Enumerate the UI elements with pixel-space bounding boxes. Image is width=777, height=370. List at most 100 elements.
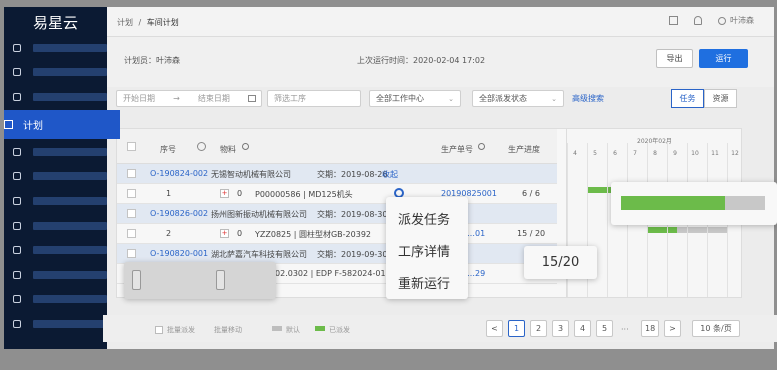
select-all-checkbox[interactable] — [127, 142, 136, 151]
order-link[interactable]: O-190826-002 — [150, 209, 208, 218]
table-row[interactable]: 2 + 0 YZZ0825 | 圆柱型材GB-20392 …01 15 / 20 — [117, 224, 557, 244]
sidebar-item-purchase[interactable] — [4, 141, 107, 163]
row-order[interactable]: …29 — [467, 269, 485, 278]
sidebar-item-settings[interactable] — [4, 313, 107, 335]
menu-item-details[interactable]: 工序详情 — [398, 241, 450, 260]
last-run-label: 上次运行时间：2020-02-04 17:02 — [357, 56, 486, 65]
info-bar: 计划员：叶沛森 上次运行时间：2020-02-04 17:02 导出 运行 — [107, 37, 774, 87]
run-button[interactable]: 运行 — [699, 49, 748, 68]
breadcrumb-parent[interactable]: 计划 — [117, 18, 133, 27]
order-link[interactable]: O-190824-002 — [150, 169, 208, 178]
sidebar-item-home[interactable] — [4, 37, 107, 59]
sidebar-item-documents[interactable] — [4, 61, 107, 83]
advanced-search-link[interactable]: 高级搜索 — [572, 93, 604, 104]
drag-handle-left[interactable] — [132, 270, 141, 290]
sidebar-item-shield[interactable] — [4, 288, 107, 310]
row-progress: 15 / 20 — [517, 229, 546, 238]
row-order[interactable]: …01 — [467, 229, 485, 238]
legend-swatch-dispatched — [315, 326, 325, 331]
plus-icon[interactable]: + — [220, 229, 229, 238]
table-row[interactable]: 1 + 0 P00000586 | MD125机头 20190825001 6 … — [117, 184, 557, 204]
box-icon — [13, 93, 21, 101]
batch-checkbox[interactable] — [155, 326, 163, 334]
sidebar-item-plan[interactable]: 计划 — [4, 110, 120, 139]
col-progress: 生产进度 — [508, 145, 540, 154]
sidebar-item-label — [33, 197, 107, 205]
table-row-group[interactable]: O-190820-001 湖北萨嘉汽车科技有限公司 交期：2019-09-30 — [117, 244, 557, 264]
qrcode-icon[interactable] — [669, 16, 678, 25]
row-progress: 6 / 6 — [522, 189, 540, 198]
batch-move-label[interactable]: 批量移动 — [214, 325, 242, 335]
page-button[interactable]: 1 — [508, 320, 525, 337]
table-row-group[interactable]: O-190824-002 无锡智动机械有限公司 交期：2019-08-26 收起 — [117, 164, 557, 184]
page-button[interactable]: 4 — [574, 320, 591, 337]
page-button[interactable]: 3 — [552, 320, 569, 337]
delivery-date: 交期：2019-08-30 — [317, 210, 388, 219]
row-checkbox[interactable] — [127, 189, 136, 198]
arrow-icon: → — [173, 94, 180, 103]
col-seq: 序号 — [160, 145, 176, 154]
sidebar-item-files[interactable] — [4, 239, 107, 261]
row-checkbox[interactable] — [127, 229, 136, 238]
sidebar-item-warehouse[interactable] — [4, 215, 107, 237]
drag-handle-right[interactable] — [216, 270, 225, 290]
sidebar-item-reports[interactable] — [4, 165, 107, 187]
bell-icon[interactable] — [694, 16, 702, 25]
gantt-bar-done[interactable] — [647, 227, 677, 233]
row-checkbox[interactable] — [127, 249, 136, 258]
document-icon — [13, 68, 21, 76]
range-slider — [124, 262, 276, 299]
process-filter-input[interactable]: 筛选工序 — [267, 90, 361, 107]
dispatch-status-select[interactable]: 全部派发状态 ⌄ — [472, 90, 564, 107]
user-menu[interactable]: 叶沛森 — [718, 15, 754, 26]
progress-tooltip: 15/20 — [524, 246, 597, 279]
search-icon[interactable] — [478, 143, 485, 150]
row-checkbox[interactable] — [127, 209, 136, 218]
work-center-select[interactable]: 全部工作中心 ⌄ — [369, 90, 461, 107]
col-material: 物料 — [220, 145, 236, 154]
sidebar-item-label — [33, 93, 107, 101]
app-logo: 易星云 — [32, 13, 78, 32]
export-button[interactable]: 导出 — [656, 49, 693, 68]
sidebar-item-orders[interactable] — [4, 86, 107, 108]
prev-page-button[interactable]: < — [486, 320, 503, 337]
page-button[interactable]: 18 — [641, 320, 660, 337]
gantt-day-label: 5 — [593, 150, 597, 157]
work-center-value: 全部工作中心 — [376, 94, 424, 103]
page-size-select[interactable]: 10 条/页 — [692, 320, 740, 337]
progress-fill — [621, 196, 725, 210]
search-icon[interactable] — [242, 143, 249, 150]
sidebar-item-label — [33, 172, 107, 180]
sidebar-item-tools[interactable] — [4, 264, 107, 286]
footer-bar: 批量派发 批量移动 默认 已派发 < 1 2 3 4 5 ··· 18 > 10… — [103, 315, 777, 342]
shield-icon — [13, 295, 21, 303]
tab-resource[interactable]: 资源 — [704, 89, 737, 108]
page-button[interactable]: 5 — [596, 320, 613, 337]
sidebar-item-finance[interactable] — [4, 190, 107, 212]
end-date-field[interactable]: 结束日期 — [198, 93, 230, 104]
delivery-date: 交期：2019-08-26 — [317, 170, 388, 179]
customer-name: 扬州图新振动机械有限公司 — [211, 210, 307, 219]
collapse-link[interactable]: 收起 — [382, 169, 398, 180]
tab-task[interactable]: 任务 — [671, 89, 704, 108]
start-date-field[interactable]: 开始日期 — [123, 93, 155, 104]
row-checkbox[interactable] — [127, 169, 136, 178]
date-range-picker[interactable]: 开始日期 → 结束日期 — [116, 90, 262, 107]
gantt-day-label: 11 — [711, 150, 719, 157]
next-page-button[interactable]: > — [664, 320, 681, 337]
sidebar-item-label — [33, 271, 107, 279]
sidebar-item-label — [33, 44, 107, 52]
gantt-bar-pending[interactable] — [677, 227, 727, 233]
gantt-day-column — [607, 143, 608, 297]
sidebar-item-label — [33, 320, 107, 328]
plus-icon[interactable]: + — [220, 189, 229, 198]
table-row-group[interactable]: O-190826-002 扬州图新振动机械有限公司 交期：2019-08-30 — [117, 204, 557, 224]
menu-item-rerun[interactable]: 重新运行 — [398, 273, 450, 292]
table-header: 序号 物料 生产单号 生产进度 — [117, 129, 557, 164]
batch-dispatch-label[interactable]: 批量派发 — [167, 325, 195, 335]
gantt-day-label: 9 — [673, 150, 677, 157]
menu-item-dispatch[interactable]: 派发任务 — [398, 209, 450, 228]
page-button[interactable]: 2 — [530, 320, 547, 337]
breadcrumb-separator: / — [138, 18, 142, 27]
order-link[interactable]: O-190820-001 — [150, 249, 208, 258]
